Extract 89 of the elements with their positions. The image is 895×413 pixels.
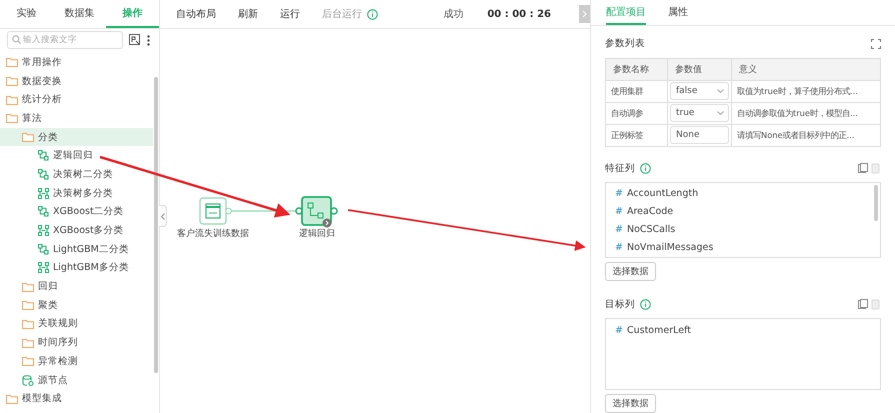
scrollbar[interactable] xyxy=(874,184,878,221)
tree-item[interactable]: 关联规则 xyxy=(0,314,153,334)
section-title: 目标列 xyxy=(605,298,635,312)
folder-icon xyxy=(22,318,34,329)
folder-icon xyxy=(6,113,18,124)
run-status: 成功 xyxy=(443,8,464,21)
table-cell: 正例标签 xyxy=(606,124,668,147)
tree-item[interactable]: 源节点 xyxy=(0,370,153,390)
tree-item[interactable]: 算法 xyxy=(0,109,153,128)
tree-item[interactable]: XGBoost多分类 xyxy=(0,221,153,240)
list-item: # NoVmailMessages xyxy=(615,241,714,256)
chevron-down-icon xyxy=(717,111,724,116)
expand-icon[interactable] xyxy=(871,38,881,49)
folder-icon xyxy=(22,356,34,366)
folder-icon xyxy=(22,338,34,348)
more-icon[interactable] xyxy=(147,34,150,46)
run-timer: 00 : 00 : 26 xyxy=(487,8,551,20)
tree-item[interactable]: 常用操作 xyxy=(0,53,153,72)
folder-icon xyxy=(6,394,18,404)
tree-item[interactable]: LightGBM多分类 xyxy=(0,258,153,278)
chevron-right-icon xyxy=(582,10,587,18)
search-field[interactable]: 输入搜索文字 xyxy=(7,31,123,49)
table-cell: 自动调参 xyxy=(606,102,668,125)
tree-item[interactable]: LightGBM二分类 xyxy=(0,240,153,259)
tree-item[interactable]: 数据变换 xyxy=(0,72,153,90)
filter-icon[interactable] xyxy=(129,34,141,46)
copy-icon[interactable] xyxy=(857,162,881,174)
toolbar-button[interactable]: 刷新 xyxy=(238,7,258,21)
info-icon[interactable] xyxy=(640,299,651,310)
tree-item[interactable]: 异常检测 xyxy=(0,352,153,371)
list-item: # NoCSCalls xyxy=(615,223,676,238)
select-data-button[interactable]: 选择数据 xyxy=(605,394,656,413)
column-header: 参数值 xyxy=(668,58,732,81)
collapse-button[interactable] xyxy=(579,5,590,23)
info-icon[interactable] xyxy=(367,8,378,20)
panel-tab[interactable]: 属性 xyxy=(668,0,688,26)
flow-icon xyxy=(38,206,49,218)
tree-item[interactable]: 决策树二分类 xyxy=(0,165,153,184)
table-cell: 使用集群 xyxy=(606,80,668,103)
tree-item[interactable]: 逻辑回归 xyxy=(0,146,153,166)
select-data-button[interactable]: 选择数据 xyxy=(605,262,656,281)
list-item: # CustomerLeft xyxy=(615,324,691,338)
node-label: 逻辑回归 xyxy=(299,228,335,240)
flow-icon xyxy=(38,150,49,162)
toolbar-button[interactable]: 自动布局 xyxy=(176,7,216,21)
tree-item[interactable]: 决策树多分类 xyxy=(0,184,153,202)
list-item: # AccountLength xyxy=(615,187,698,202)
database-icon xyxy=(22,374,34,386)
sql-node[interactable] xyxy=(199,197,232,225)
tree-item[interactable]: 回归 xyxy=(0,277,153,296)
table-cell: 取值为true时，算子使用分布式... xyxy=(732,80,881,103)
node-label: 客户流失训练数据 xyxy=(177,228,249,240)
network-icon xyxy=(38,188,49,199)
folder-icon xyxy=(6,94,18,105)
sidebar-tab[interactable]: 数据集 xyxy=(53,0,106,28)
toolbar-button[interactable]: 运行 xyxy=(280,7,300,21)
info-icon[interactable] xyxy=(640,162,651,174)
folder-icon xyxy=(6,57,18,68)
network-icon xyxy=(38,225,49,236)
model-node[interactable] xyxy=(295,196,338,228)
tree-item[interactable]: 时间序列 xyxy=(0,333,153,352)
value-field[interactable]: None xyxy=(670,126,729,144)
chevron-down-icon xyxy=(717,89,724,94)
tree-item[interactable]: XGBoost二分类 xyxy=(0,202,153,222)
tree-item[interactable]: 统计分析 xyxy=(0,90,153,110)
folder-icon xyxy=(22,132,34,142)
network-icon xyxy=(38,262,49,274)
tree-item[interactable]: 聚类 xyxy=(0,296,153,315)
tree-item[interactable]: 分类 xyxy=(0,128,153,146)
folder-icon xyxy=(6,76,18,86)
flow-icon xyxy=(38,244,49,255)
column-header: 参数名称 xyxy=(606,58,668,81)
flow-icon xyxy=(38,168,49,180)
folder-icon xyxy=(22,300,34,310)
tree-item[interactable]: 模型集成 xyxy=(0,389,153,408)
column-header: 意义 xyxy=(732,58,881,81)
search-icon xyxy=(12,35,21,44)
value-select[interactable]: false xyxy=(670,82,729,100)
collapse-handle[interactable] xyxy=(159,205,167,227)
value-select[interactable]: true xyxy=(670,104,729,122)
sidebar-tab[interactable]: 实验 xyxy=(0,0,53,28)
section-title: 参数列表 xyxy=(605,37,645,50)
copy-icon[interactable] xyxy=(857,299,881,310)
chevron-left-icon xyxy=(160,212,164,220)
section-title: 特征列 xyxy=(605,162,635,175)
table-cell: 自动调参取值为true时，模型自... xyxy=(732,102,881,125)
folder-icon xyxy=(22,282,34,292)
list-item: # AreaCode xyxy=(615,205,674,220)
table-cell: 请填写None或者目标列中的正... xyxy=(732,124,881,147)
